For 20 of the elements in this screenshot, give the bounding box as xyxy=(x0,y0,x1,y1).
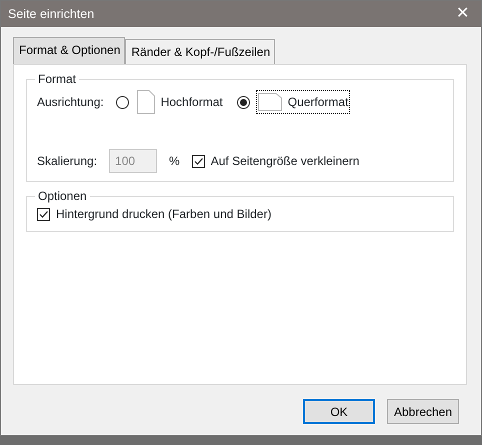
window-title: Seite einrichten xyxy=(8,6,94,23)
checkbox-label[interactable]: Hintergrund drucken (Farben und Bilder) xyxy=(56,205,272,223)
close-button[interactable]: ✕ xyxy=(452,6,473,22)
page-icon xyxy=(136,90,155,114)
tab[interactable]: Format & Optionen xyxy=(13,37,126,64)
option-label[interactable]: Hochformat xyxy=(160,93,223,111)
checkbox[interactable] xyxy=(37,208,50,220)
cancel-button[interactable]: Abbrechen xyxy=(387,399,459,424)
field-label: Ausrichtung: xyxy=(37,94,104,111)
group-title: Format xyxy=(37,73,78,85)
percent-label: % xyxy=(169,153,180,170)
tab[interactable]: Ränder & Kopf-/Fußzeilen xyxy=(125,39,276,64)
radio-button[interactable] xyxy=(236,96,250,108)
checkbox[interactable] xyxy=(192,154,205,168)
radio-button[interactable] xyxy=(116,96,129,108)
ok-button[interactable]: OK xyxy=(303,399,375,424)
group-title: Optionen xyxy=(37,190,88,202)
field-label: Skalierung: xyxy=(37,153,98,170)
checkbox-label[interactable]: Auf Seitengröße verkleinern xyxy=(210,152,360,170)
page-icon xyxy=(258,93,282,111)
